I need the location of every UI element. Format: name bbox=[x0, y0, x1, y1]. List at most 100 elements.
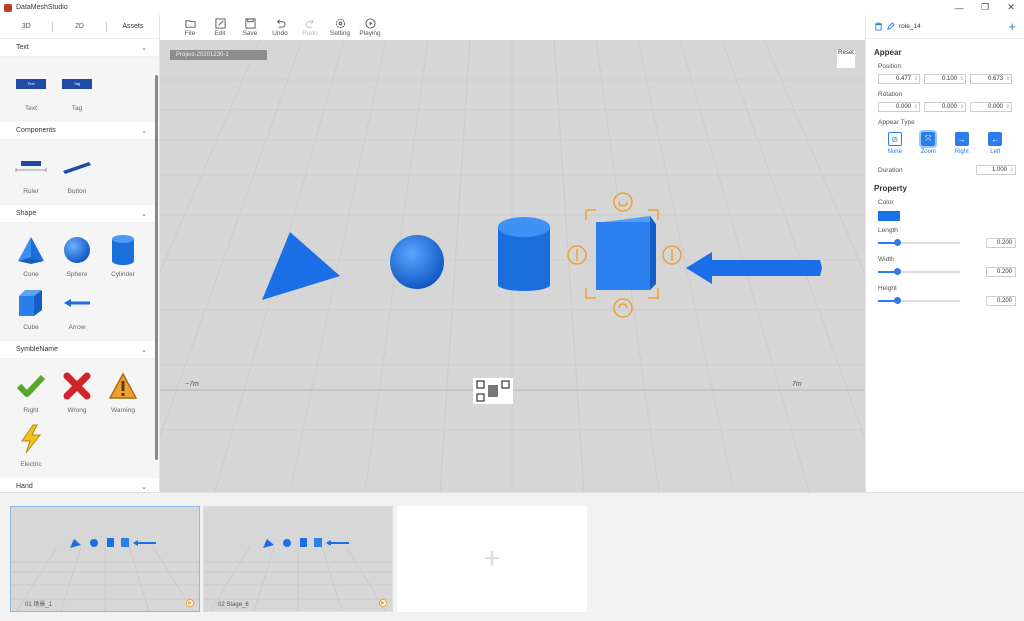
height-slider[interactable] bbox=[878, 297, 960, 304]
ruler-icon bbox=[15, 160, 47, 172]
asset-cube[interactable]: Cube bbox=[8, 284, 54, 335]
asset-label: Text bbox=[25, 105, 37, 112]
rotation-label: Rotation bbox=[878, 91, 903, 98]
appear-none-button[interactable]: ⊘ None bbox=[878, 132, 912, 155]
height-label: Height bbox=[878, 285, 897, 292]
setting-button[interactable]: Setting bbox=[325, 15, 355, 40]
asset-label: Cube bbox=[23, 324, 39, 331]
asset-sphere[interactable]: Sphere bbox=[54, 231, 100, 282]
appear-label: None bbox=[887, 149, 902, 155]
position-label: Position bbox=[878, 63, 902, 70]
asset-arrow[interactable]: Arrow bbox=[54, 284, 100, 335]
length-slider[interactable] bbox=[878, 239, 960, 246]
rotation-x-field[interactable]: 0.000 bbox=[878, 102, 920, 112]
arrow-left-icon: ← bbox=[988, 132, 1003, 146]
cube-icon bbox=[19, 289, 42, 316]
play-icon bbox=[364, 18, 376, 29]
file-button[interactable]: File bbox=[175, 15, 205, 40]
asset-label: Electric bbox=[20, 460, 42, 468]
scene-name: 02 Stage_6 bbox=[218, 602, 249, 608]
asset-warning[interactable]: Warning bbox=[100, 367, 146, 418]
appear-heading: Appear bbox=[874, 48, 902, 57]
asset-cylinder[interactable]: Cylinder bbox=[100, 231, 146, 282]
height-field[interactable]: 0.200 bbox=[986, 296, 1016, 306]
undo-button[interactable]: Undo bbox=[265, 15, 295, 40]
section-components-header[interactable]: Components ⌄ bbox=[0, 122, 159, 140]
section-hand-header[interactable]: Hand ⌄ bbox=[0, 478, 159, 492]
restore-button[interactable]: ❐ bbox=[972, 0, 998, 15]
scene-thumbnail[interactable]: 01 场景_1 ▶ bbox=[10, 506, 200, 612]
position-x-field[interactable]: 0.477 bbox=[878, 74, 920, 84]
zoom-icon: ⤧ bbox=[919, 130, 938, 148]
tab-assets[interactable]: Assets bbox=[107, 15, 159, 38]
duration-field[interactable]: 1.000 bbox=[976, 165, 1016, 175]
cross-icon bbox=[63, 372, 91, 399]
length-label: Length bbox=[878, 227, 898, 234]
save-button[interactable]: Save bbox=[235, 15, 265, 40]
asset-label: Ruler bbox=[23, 188, 39, 195]
tab-2d[interactable]: 2D bbox=[53, 15, 105, 38]
minimize-button[interactable]: — bbox=[946, 0, 972, 15]
rotation-z-field[interactable]: 0.000 bbox=[970, 102, 1012, 112]
redo-button[interactable]: Redo bbox=[295, 15, 325, 40]
cylinder-icon bbox=[112, 234, 134, 265]
trash-icon[interactable] bbox=[874, 22, 883, 31]
section-text-body: Text Text Tag Tag bbox=[0, 57, 159, 122]
tab-3d[interactable]: 3D bbox=[0, 15, 52, 38]
section-shape-header[interactable]: Shape ⌄ bbox=[0, 205, 159, 223]
appear-right-button[interactable]: → Right bbox=[945, 132, 979, 155]
length-field[interactable]: 0.200 bbox=[986, 238, 1016, 248]
assets-scrollbar[interactable] bbox=[155, 75, 158, 460]
arrow-icon bbox=[64, 298, 90, 307]
tag-plate-icon: Tag bbox=[62, 78, 92, 89]
text-plate-icon: Text bbox=[16, 78, 46, 89]
none-icon: ⊘ bbox=[887, 132, 902, 146]
asset-ruler[interactable]: Ruler bbox=[8, 148, 54, 199]
asset-right[interactable]: Right bbox=[8, 367, 54, 418]
duration-label: Duration bbox=[878, 166, 903, 174]
asset-button[interactable]: Button bbox=[54, 148, 100, 199]
main-toolbar: File Edit Save Undo Redo Setting Playing bbox=[160, 15, 865, 40]
panel-tabs: 3D 2D Assets bbox=[0, 15, 159, 39]
appear-zoom-button[interactable]: ⤧ Zoom bbox=[912, 130, 946, 155]
playing-button[interactable]: Playing bbox=[355, 15, 385, 40]
chevron-down-icon: ⌄ bbox=[141, 44, 147, 52]
section-text-header[interactable]: Text ⌄ bbox=[0, 39, 159, 57]
scene-strip: 01 场景_1 ▶ 02 Stage_6 ▶ + bbox=[0, 492, 1024, 621]
role-name[interactable]: role_14 bbox=[899, 23, 921, 30]
plate-text: Text bbox=[27, 80, 35, 86]
undo-icon bbox=[276, 19, 285, 28]
appear-left-button[interactable]: ← Left bbox=[979, 132, 1013, 155]
pencil-icon[interactable] bbox=[886, 22, 895, 31]
width-slider[interactable] bbox=[878, 268, 960, 275]
section-symbol-header[interactable]: SymbleName ⌄ bbox=[0, 341, 159, 359]
section-components-body: Ruler Button bbox=[0, 140, 159, 205]
sphere-icon bbox=[64, 236, 90, 263]
section-shape-body: Cone Sphere Cylinder Cube Arrow bbox=[0, 223, 159, 341]
asset-label: Cylinder bbox=[111, 271, 135, 278]
play-scene-icon[interactable]: ▶ bbox=[186, 599, 194, 607]
lightning-icon bbox=[21, 424, 42, 454]
position-z-field[interactable]: 0.673 bbox=[970, 74, 1012, 84]
add-icon[interactable]: + bbox=[1008, 19, 1016, 34]
asset-wrong[interactable]: Wrong bbox=[54, 367, 100, 418]
color-swatch[interactable] bbox=[878, 211, 900, 221]
position-y-field[interactable]: 0.100 bbox=[924, 74, 966, 84]
asset-label: Warning bbox=[111, 407, 135, 414]
add-scene-button[interactable]: + bbox=[397, 506, 587, 612]
width-field[interactable]: 0.200 bbox=[986, 267, 1016, 277]
asset-electric[interactable]: Electric bbox=[8, 421, 54, 472]
asset-tag[interactable]: Tag Tag bbox=[54, 65, 100, 116]
tool-label: Setting bbox=[329, 30, 351, 37]
rotation-y-field[interactable]: 0.000 bbox=[924, 102, 966, 112]
scene-thumbnail[interactable]: 02 Stage_6 ▶ bbox=[203, 506, 393, 612]
play-scene-icon[interactable]: ▶ bbox=[379, 599, 387, 607]
property-heading: Property bbox=[874, 184, 907, 193]
close-button[interactable]: ✕ bbox=[998, 0, 1024, 15]
asset-text[interactable]: Text Text bbox=[8, 65, 54, 116]
qr-marker bbox=[473, 378, 513, 404]
asset-cone[interactable]: Cone bbox=[8, 231, 54, 282]
scene-viewport[interactable]: Project-20201230-1 Reset −7m 7m bbox=[160, 40, 865, 492]
plus-icon: + bbox=[483, 542, 501, 575]
edit-button[interactable]: Edit bbox=[205, 15, 235, 40]
